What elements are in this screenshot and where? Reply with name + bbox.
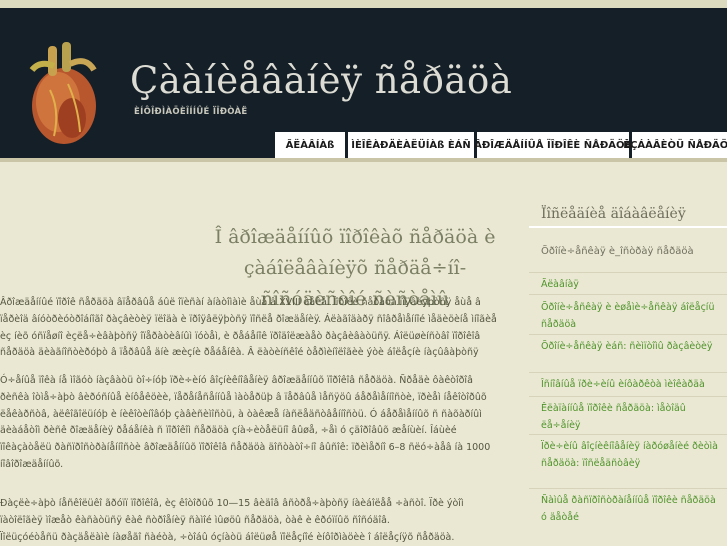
article-paragraph: Ïîëüçóéòåñü ðàçäåëàìè íàøåãî ñàéòà, ÷òîá…: [0, 532, 455, 543]
top-strip: [0, 0, 727, 8]
sidebar-link-home[interactable]: Ãëàâíàÿ: [541, 276, 721, 293]
nav-home[interactable]: ÃËÀÂÍÀß: [275, 132, 345, 158]
sidebar-subtitle: Õðîíè÷åñêàÿ è_îñòðàÿ ñåðäöà: [541, 246, 694, 257]
sidebar-divider: [529, 272, 727, 273]
sidebar-divider: [529, 334, 727, 335]
sidebar-link[interactable]: Îñíîâíûå ïðè÷èíû èíôàðêòà ìèîêàðäà: [541, 376, 721, 393]
nav-myocardial[interactable]: ÌÈÎÊÀÐÄÈÀËÜÍÀß ÈÁÑ: [348, 132, 474, 158]
article-paragraph: Ó÷åíûå ïîêà íå ìîãóò íàçâàòü òî÷íóþ ïðè÷…: [0, 375, 491, 470]
sidebar-link[interactable]: Ïðè÷èíû âîçíèêíîâåíèÿ íàðóøåíèé ðèòìà ñå…: [541, 438, 721, 472]
header-divider: [0, 158, 727, 162]
sidebar-title: Ïîñëåäíèå äîáàâëåíèÿ: [541, 206, 686, 222]
sidebar-link[interactable]: Õðîíè÷åñêàÿ è èøåìè÷åñêàÿ áîëåçíü ñåðäöà: [541, 299, 721, 333]
sidebar-divider: [529, 434, 727, 435]
sidebar-link[interactable]: Êëàïàííûå ïîðîêè ñåðäöà: ìåòîäû ëå÷åíèÿ: [541, 400, 721, 434]
site-subtitle: ÈÍÔÎÐÌÀÖÈÎÍÍÛÉ ÏÎÐÒÀË: [134, 107, 248, 117]
nav-congenital[interactable]: ÂÐÎÆÄÅÍÍÛÅ ÏÎÐÎÊÈ ÑÅÐÄÖÀ: [474, 132, 632, 158]
sidebar-link[interactable]: Õðîíè÷åñêàÿ èáñ: ñèìïòîìû ðàçâèòèÿ: [541, 338, 721, 355]
sidebar-title-underline: [529, 226, 727, 228]
sidebar-divider: [529, 294, 727, 295]
sidebar-divider: [529, 372, 727, 373]
heart-logo-icon: [29, 42, 97, 144]
sidebar-divider: [529, 488, 727, 489]
site-title: Çààíèåâàíèÿ ñåðäöà: [130, 59, 513, 102]
nav-diseases[interactable]: ÈÇÁÀÂÈÒÜ ÑÅÐÄÖÀ: [623, 132, 727, 158]
sidebar-divider: [529, 396, 727, 397]
article-paragraph: Ðàçëè÷àþò íåñêîëüêî ãðóïï ïîðîêîâ, èç êî…: [0, 498, 464, 526]
article-paragraph: Âðîæäåííûé ïîðîê ñåðäöà âïåðâûå áûë îïèñ…: [0, 297, 497, 359]
sidebar-link[interactable]: Ñàìûå ðàñïðîñòðàíåííûå ïîðîêè ñåðäöà ó ä…: [541, 492, 721, 526]
